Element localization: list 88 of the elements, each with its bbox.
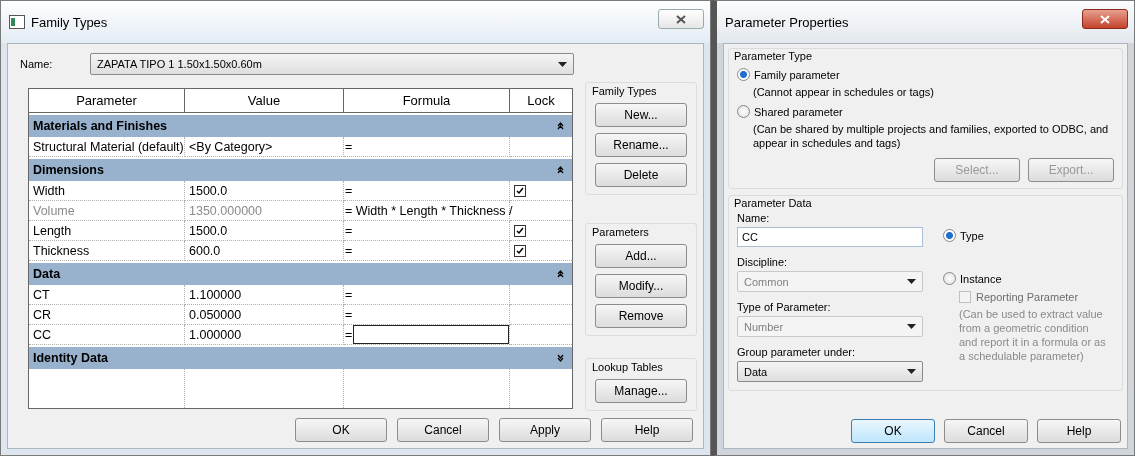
radio-button[interactable]: [737, 105, 750, 118]
column-header[interactable]: Formula: [344, 89, 510, 113]
radio-label: Family parameter: [754, 68, 840, 81]
close-button[interactable]: [1082, 9, 1128, 29]
formula-text: = Width * Length * Thickness /: [345, 203, 513, 218]
radio-label: Instance: [960, 272, 1002, 285]
parameter-cell: CC: [29, 325, 185, 345]
formula-text: =: [345, 287, 353, 302]
name-dropdown[interactable]: ZAPATA TIPO 1 1.50x1.50x0.60m: [90, 53, 574, 75]
value-cell: 0.050000: [185, 305, 344, 325]
dialog-button[interactable]: Help: [601, 418, 693, 442]
collapse-icon[interactable]: [557, 270, 564, 278]
dropdown[interactable]: Data: [737, 361, 923, 382]
parameter-cell: CR: [29, 305, 185, 325]
help-note: (Can be used to extract value from a geometric condition and report it in a formula or as a schedulable parameter): [958, 307, 1107, 363]
group-title: Parameter Type: [734, 50, 814, 62]
name-input[interactable]: CC: [737, 227, 923, 247]
formula-text: =: [345, 183, 353, 198]
dialog-button[interactable]: Cancel: [397, 418, 489, 442]
group-title: Parameters: [592, 226, 650, 238]
group-header[interactable]: Dimensions: [29, 159, 572, 181]
value-cell: 600.0: [185, 241, 344, 261]
radio-button[interactable]: [737, 68, 750, 81]
dialog-button[interactable]: Cancel: [944, 419, 1028, 443]
column-header[interactable]: Parameter: [29, 89, 185, 113]
close-button[interactable]: [658, 9, 704, 29]
value-cell: 1500.0: [185, 221, 344, 241]
close-icon: [676, 14, 686, 24]
value-cell: 1500.0: [185, 181, 344, 201]
group-title: Parameter Data: [734, 197, 813, 209]
formula-text: =: [345, 327, 353, 342]
dialog-button[interactable]: OK: [295, 418, 387, 442]
collapse-icon[interactable]: [557, 166, 564, 174]
collapse-icon[interactable]: [557, 122, 564, 130]
dialog-button[interactable]: Rename...: [595, 133, 687, 157]
dialog-button[interactable]: Apply: [499, 418, 591, 442]
checkbox-label: Reporting Parameter: [976, 291, 1079, 303]
dialog-button[interactable]: New...: [595, 103, 687, 127]
value-cell: 1.000000: [185, 325, 344, 345]
radio-label: Type: [960, 229, 984, 242]
dialog-button[interactable]: Remove: [595, 304, 687, 328]
column-header[interactable]: Value: [185, 89, 344, 113]
field-label: Discipline:: [737, 256, 789, 268]
group-title: Lookup Tables: [592, 361, 664, 373]
field-label: Type of Parameter:: [737, 301, 832, 313]
value-cell: <By Category>: [185, 137, 344, 157]
group-header[interactable]: Data: [29, 263, 572, 285]
lock-checkbox[interactable]: [514, 224, 526, 237]
lock-checkbox[interactable]: [514, 184, 526, 197]
value-cell: 1.100000: [185, 285, 344, 305]
dialog-button[interactable]: OK: [851, 419, 935, 443]
formula-text: =: [345, 223, 353, 238]
value-cell: 1350.000000: [185, 201, 344, 221]
dialog-button[interactable]: Add...: [595, 244, 687, 268]
formula-text: =: [345, 307, 353, 322]
group-header[interactable]: Identity Data: [29, 347, 572, 369]
dialog-button[interactable]: Help: [1037, 419, 1121, 443]
radio-button[interactable]: [943, 272, 956, 285]
window-title: Parameter Properties: [725, 14, 850, 30]
radio-button[interactable]: [943, 229, 956, 242]
field-label: Group parameter under:: [737, 346, 856, 358]
expand-icon[interactable]: [557, 354, 564, 362]
group-header[interactable]: Materials and Finishes: [29, 115, 572, 137]
option-note: (Cannot appear in schedules or tags): [752, 85, 935, 99]
lock-checkbox[interactable]: [514, 244, 526, 257]
window-icon: [9, 15, 25, 29]
parameter-cell: Width: [29, 181, 185, 201]
group-title: Family Types: [592, 85, 658, 97]
dialog-button[interactable]: Manage...: [595, 379, 687, 403]
caret-icon: [907, 279, 916, 284]
dialog-button[interactable]: Modify...: [595, 274, 687, 298]
formula-text: =: [345, 243, 353, 258]
parameter-cell: Thickness: [29, 241, 185, 261]
window-title: Family Types: [31, 14, 109, 30]
caret-icon: [558, 61, 567, 67]
caret-icon: [907, 369, 916, 374]
option-note: (Can be shared by multiple projects and families, exported to ODBC, and appear in schedules and tags): [752, 122, 1110, 150]
field-label: Name:: [737, 212, 771, 224]
formula-text: =: [345, 139, 353, 154]
radio-label: Shared parameter: [754, 105, 843, 118]
parameter-cell: Structural Material (default): [29, 137, 185, 157]
parameter-cell: Volume: [29, 201, 185, 221]
parameter-cell: Length: [29, 221, 185, 241]
close-icon: [1100, 14, 1110, 24]
caret-icon: [907, 324, 916, 329]
parameter-cell: CT: [29, 285, 185, 305]
name-label: Name:: [20, 58, 54, 70]
dialog-button[interactable]: Delete: [595, 163, 687, 187]
